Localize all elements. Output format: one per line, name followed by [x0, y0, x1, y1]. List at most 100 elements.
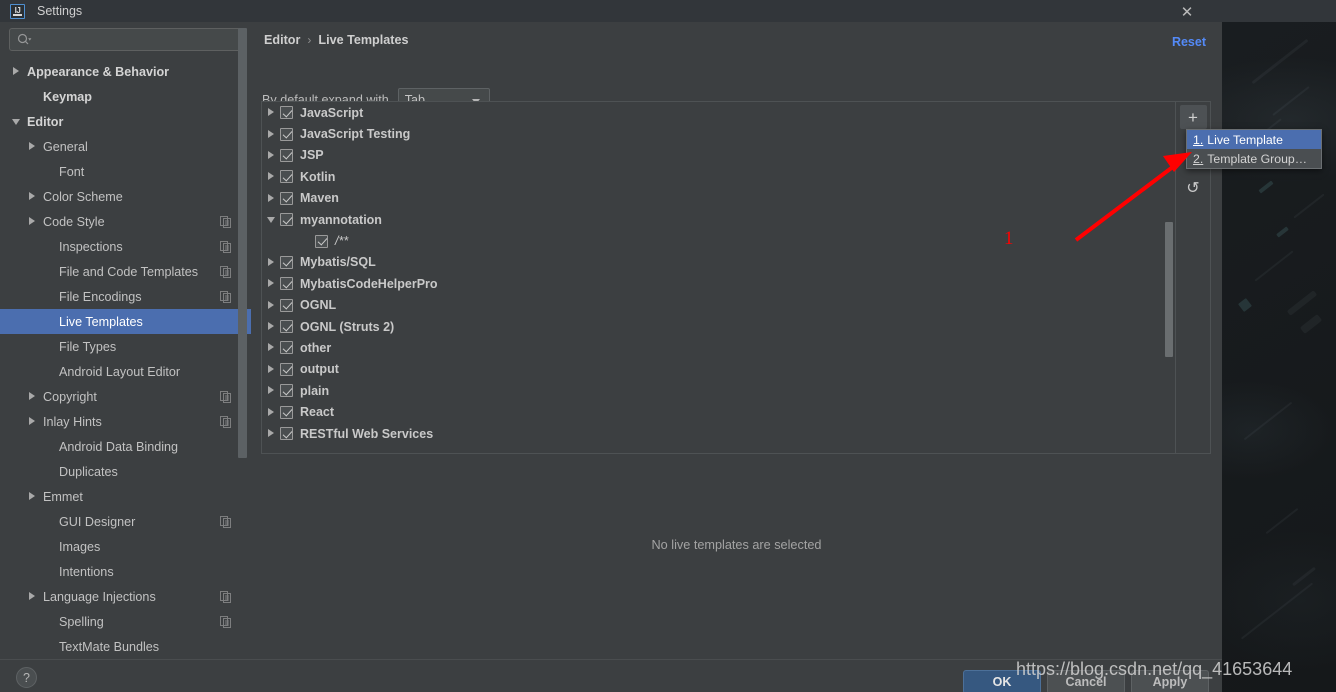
copy-icon	[220, 515, 231, 528]
sidebar-item-duplicates[interactable]: Duplicates	[0, 459, 251, 484]
sidebar-item-textmate-bundles[interactable]: TextMate Bundles	[0, 634, 251, 659]
chevron-right-icon[interactable]	[28, 217, 37, 226]
chevron-right-icon[interactable]	[12, 67, 21, 76]
sidebar-item-android-data-binding[interactable]: Android Data Binding	[0, 434, 251, 459]
template-checkbox[interactable]	[315, 234, 328, 248]
template-checkbox[interactable]	[280, 298, 293, 312]
sidebar-item-gui-designer[interactable]: GUI Designer	[0, 509, 251, 534]
close-icon[interactable]: ✕	[1178, 3, 1196, 21]
chevron-right-icon[interactable]	[28, 592, 37, 601]
template-row[interactable]: plain	[262, 380, 1174, 401]
chevron-right-icon[interactable]	[267, 108, 276, 117]
popup-menu-item[interactable]: 2. Template Group…	[1187, 149, 1321, 168]
template-row[interactable]: Kotlin	[262, 166, 1174, 187]
chevron-right-icon[interactable]	[28, 142, 37, 151]
sidebar-item-emmet[interactable]: Emmet	[0, 484, 251, 509]
template-row[interactable]: /**	[262, 230, 1174, 251]
chevron-down-icon[interactable]	[12, 117, 21, 126]
sidebar-item-inlay-hints[interactable]: Inlay Hints	[0, 409, 251, 434]
sidebar-item-color-scheme[interactable]: Color Scheme	[0, 184, 251, 209]
template-checkbox[interactable]	[280, 384, 293, 398]
template-row[interactable]: other	[262, 337, 1174, 358]
template-checkbox[interactable]	[280, 213, 293, 227]
chevron-right-icon[interactable]	[28, 417, 37, 426]
sidebar-item-language-injections[interactable]: Language Injections	[0, 584, 251, 609]
popup-menu-item[interactable]: 1. Live Template	[1187, 130, 1321, 149]
chevron-right-icon[interactable]	[267, 193, 276, 203]
restore-defaults-button[interactable]: ↺	[1180, 177, 1207, 201]
template-row[interactable]: OGNL	[262, 295, 1174, 316]
reset-link[interactable]: Reset	[1172, 35, 1206, 49]
template-checkbox[interactable]	[280, 148, 293, 162]
sidebar-item-file-and-code-templates[interactable]: File and Code Templates	[0, 259, 251, 284]
template-checkbox[interactable]	[280, 255, 293, 269]
search-box[interactable]	[9, 28, 242, 51]
template-row[interactable]: output	[262, 359, 1174, 380]
chevron-right-icon[interactable]	[267, 279, 276, 288]
template-checkbox[interactable]	[280, 127, 293, 141]
chevron-right-icon[interactable]	[267, 129, 276, 139]
chevron-right-icon[interactable]	[267, 257, 276, 267]
sidebar-item-font[interactable]: Font	[0, 159, 251, 184]
chevron-right-icon[interactable]	[267, 172, 276, 181]
template-row[interactable]: myannotation	[262, 209, 1174, 230]
sidebar-item-general[interactable]: General	[0, 134, 251, 159]
template-checkbox[interactable]	[280, 191, 293, 205]
template-checkbox[interactable]	[280, 362, 293, 376]
help-button[interactable]: ?	[16, 667, 37, 688]
sidebar-item-code-style[interactable]: Code Style	[0, 209, 251, 234]
sidebar-item-file-encodings[interactable]: File Encodings	[0, 284, 251, 309]
sidebar-item-copyright[interactable]: Copyright	[0, 384, 251, 409]
template-checkbox[interactable]	[280, 106, 293, 120]
chevron-right-icon[interactable]	[267, 150, 276, 160]
template-row[interactable]: OGNL (Struts 2)	[262, 316, 1174, 337]
chevron-right-icon[interactable]	[28, 392, 37, 401]
template-row[interactable]: JSP	[262, 145, 1174, 166]
template-checkbox[interactable]	[280, 277, 293, 291]
sidebar-item-file-types[interactable]: File Types	[0, 334, 251, 359]
template-label: OGNL	[300, 298, 337, 313]
sidebar-item-spelling[interactable]: Spelling	[0, 609, 251, 634]
sidebar-item-intentions[interactable]: Intentions	[0, 559, 251, 584]
template-checkbox[interactable]	[280, 170, 293, 184]
template-row[interactable]: JavaScript	[262, 102, 1174, 123]
template-checkbox[interactable]	[280, 341, 293, 355]
chevron-right-icon[interactable]	[267, 300, 276, 310]
sidebar-item-appearance-behavior[interactable]: Appearance & Behavior	[0, 59, 251, 84]
template-checkbox[interactable]	[280, 405, 293, 419]
chevron-right-icon[interactable]	[267, 322, 276, 331]
template-list-scrollbar-thumb[interactable]	[1165, 222, 1173, 357]
add-template-button[interactable]: +	[1179, 105, 1207, 129]
sidebar-item-images[interactable]: Images	[0, 534, 251, 559]
sidebar-scrollbar-thumb[interactable]	[238, 28, 247, 458]
chevron-right-icon[interactable]	[267, 343, 276, 352]
breadcrumb-current: Live Templates	[318, 33, 409, 47]
chevron-right-icon[interactable]	[267, 364, 276, 374]
template-checkbox[interactable]	[280, 427, 293, 441]
template-row[interactable]: Maven	[262, 188, 1174, 209]
template-row[interactable]: React	[262, 401, 1174, 422]
chevron-right-icon[interactable]	[267, 386, 276, 395]
breadcrumb-parent[interactable]: Editor	[264, 33, 300, 47]
search-input[interactable]	[32, 32, 241, 47]
copy-icon	[220, 590, 231, 603]
template-checkbox[interactable]	[280, 320, 293, 334]
template-row[interactable]: Mybatis/SQL	[262, 252, 1174, 273]
sidebar-item-editor[interactable]: Editor	[0, 109, 251, 134]
chevron-right-icon[interactable]	[267, 407, 276, 417]
template-row[interactable]: MybatisCodeHelperPro	[262, 273, 1174, 294]
sidebar-scrollbar-track[interactable]	[238, 22, 249, 659]
sidebar-item-keymap[interactable]: Keymap	[0, 84, 251, 109]
chevron-down-icon[interactable]	[267, 215, 276, 224]
template-row[interactable]: RESTful Web Services	[262, 423, 1174, 444]
chevron-right-icon[interactable]	[28, 192, 37, 201]
sidebar-item-live-templates[interactable]: Live Templates	[0, 309, 251, 334]
sidebar-item-inspections[interactable]: Inspections	[0, 234, 251, 259]
chevron-right-icon[interactable]	[267, 429, 276, 438]
template-row[interactable]: JavaScript Testing	[262, 123, 1174, 144]
chevron-right-icon[interactable]	[28, 492, 37, 501]
sidebar-item-android-layout-editor[interactable]: Android Layout Editor	[0, 359, 251, 384]
template-label: Kotlin	[300, 169, 336, 184]
